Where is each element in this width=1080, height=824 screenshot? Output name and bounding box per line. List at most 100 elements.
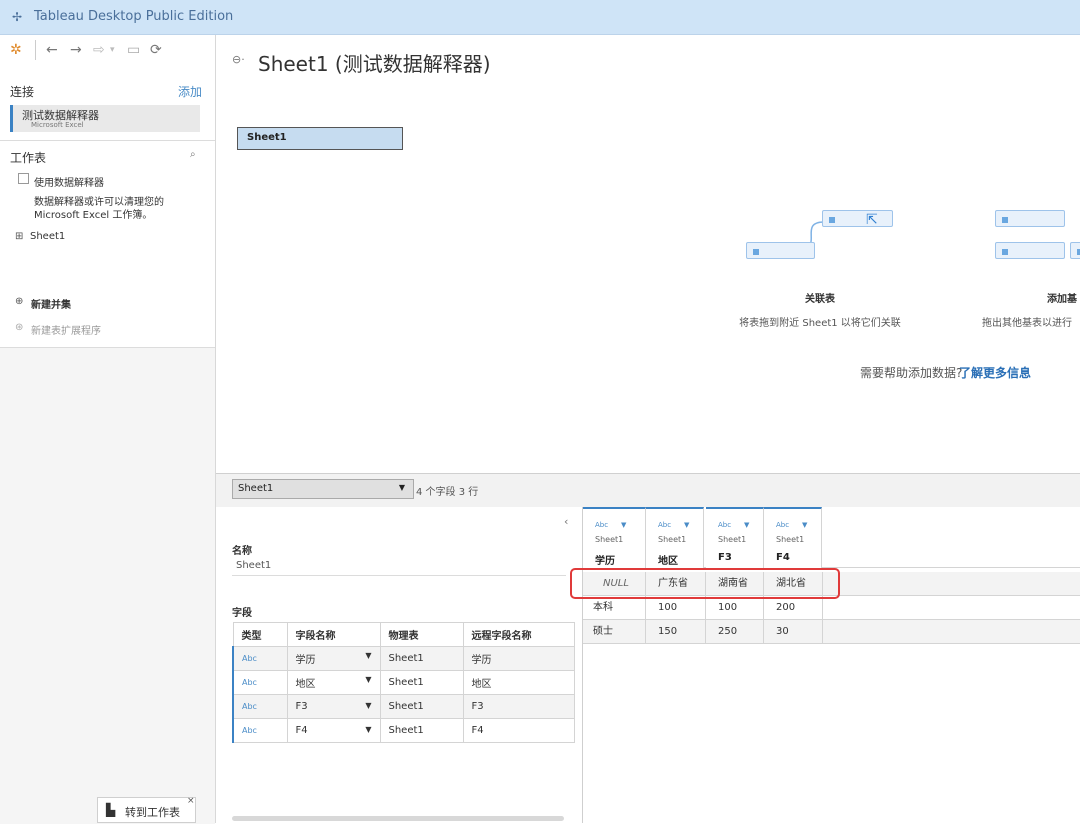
name-value[interactable]: Sheet1: [236, 560, 271, 571]
sheet-select[interactable]: Sheet1 ▼: [232, 479, 414, 499]
field-name: 学历: [295, 655, 316, 666]
grid-cell[interactable]: 30: [764, 620, 823, 644]
column-source: Sheet1: [658, 535, 687, 544]
header-remote-name[interactable]: 远程字段名称: [462, 622, 575, 647]
connection-type: Microsoft Excel: [31, 121, 84, 129]
sheet-grid-icon: ⊞: [15, 231, 24, 242]
chevron-down-icon[interactable]: ▼: [365, 651, 371, 660]
physical-table: Sheet1: [379, 718, 464, 743]
type-abc[interactable]: Abc: [232, 718, 288, 743]
field-name-cell[interactable]: F3 ▼: [286, 694, 381, 719]
grid-cell[interactable]: 100: [706, 596, 764, 620]
divider: [0, 140, 215, 141]
chevron-down-icon: ▼: [398, 483, 405, 492]
field-name: F3: [295, 701, 308, 712]
chevron-down-icon[interactable]: ▼: [802, 521, 807, 529]
column-header[interactable]: Abc ▼ Sheet1 F3: [706, 507, 764, 568]
canvas-title[interactable]: Sheet1 (测试数据解释器): [258, 48, 491, 77]
use-interpreter-checkbox[interactable]: [18, 173, 29, 184]
learn-more-link[interactable]: 了解更多信息: [959, 364, 1031, 381]
grid-cell[interactable]: 本科: [583, 596, 646, 620]
type-abc[interactable]: Abc: [232, 694, 288, 719]
grid-cell[interactable]: 250: [706, 620, 764, 644]
header-physical-table[interactable]: 物理表: [379, 622, 464, 647]
header-field-name[interactable]: 字段名称: [286, 622, 381, 647]
type-abc[interactable]: Abc: [232, 670, 288, 695]
grid-cell[interactable]: 200: [764, 596, 823, 620]
tableau-logo-icon: ✢: [12, 10, 23, 24]
divider: [232, 575, 566, 576]
column-header[interactable]: Abc ▼ Sheet1 学历: [583, 507, 646, 568]
grid-cell[interactable]: 硕士: [583, 620, 646, 644]
sheet-table-box[interactable]: Sheet1: [237, 127, 403, 150]
null-row-highlight: [570, 568, 840, 599]
bar-chart-icon: ▙: [106, 803, 116, 817]
horizontal-scrollbar[interactable]: [232, 816, 564, 821]
sheet-item-sheet1[interactable]: Sheet1: [30, 231, 65, 242]
column-header[interactable]: Abc ▼ Sheet1 F4: [764, 507, 822, 568]
new-extension-link[interactable]: 新建表扩展程序: [31, 322, 101, 337]
field-name: F4: [295, 725, 308, 736]
remote-name: 学历: [462, 646, 575, 671]
collapse-icon[interactable]: ‹: [564, 515, 568, 528]
field-row-count: 4 个字段 3 行: [416, 487, 479, 498]
relate-title: 关联表: [805, 294, 835, 305]
table-row[interactable]: Abc 学历 ▼ Sheet1 学历: [232, 646, 575, 671]
save-icon[interactable]: ▭: [127, 42, 140, 58]
chevron-down-icon[interactable]: ▼: [684, 521, 689, 529]
new-union-link[interactable]: 新建并集: [31, 296, 71, 311]
add-node-right: [1070, 242, 1080, 259]
relate-node-top: [822, 210, 893, 227]
add-title: 添加基: [1047, 294, 1077, 305]
table-row[interactable]: Abc 地区 ▼ Sheet1 地区: [232, 670, 575, 695]
back-icon[interactable]: ←: [46, 42, 58, 58]
chevron-down-icon[interactable]: ▼: [744, 521, 749, 529]
column-type[interactable]: Abc: [718, 521, 731, 529]
connection-item[interactable]: 测试数据解释器 Microsoft Excel: [10, 105, 200, 132]
refresh-icon[interactable]: ⟳: [150, 42, 162, 58]
extension-icon: ⊛: [15, 322, 24, 333]
table-row[interactable]: Abc F4 ▼ Sheet1 F4: [232, 718, 575, 743]
header-type[interactable]: 类型: [232, 622, 288, 647]
physical-table: Sheet1: [379, 670, 464, 695]
search-icon[interactable]: ⌕: [190, 149, 196, 160]
close-icon[interactable]: ×: [187, 796, 195, 806]
column-type[interactable]: Abc: [658, 521, 671, 529]
table-row[interactable]: Abc F3 ▼ Sheet1 F3: [232, 694, 575, 719]
add-connection-link[interactable]: 添加: [178, 83, 202, 100]
column-type[interactable]: Abc: [595, 521, 608, 529]
field-name-cell[interactable]: F4 ▼: [286, 718, 381, 743]
tableau-home-icon[interactable]: ✲: [10, 42, 22, 58]
redo-icon[interactable]: ⇨: [93, 42, 105, 58]
add-node-top: [995, 210, 1065, 227]
forward-icon[interactable]: →: [70, 42, 82, 58]
column-name: 学历: [595, 556, 615, 567]
chevron-down-icon[interactable]: ▼: [621, 521, 626, 529]
interpreter-desc-2: Microsoft Excel 工作簿。: [34, 210, 153, 221]
fields-label: 字段: [232, 608, 252, 619]
title-bar: ✢ Tableau Desktop Public Edition: [0, 0, 1080, 35]
connections-label: 连接: [10, 85, 35, 99]
chevron-down-icon[interactable]: ▼: [365, 725, 371, 734]
goto-sheet-label: 转到工作表: [125, 806, 180, 819]
dropdown-arrow-icon[interactable]: ▾: [110, 45, 115, 55]
grid-cell[interactable]: 150: [646, 620, 706, 644]
column-name: F4: [776, 552, 790, 563]
datasource-icon[interactable]: ⊖·: [232, 53, 245, 66]
remote-name: 地区: [462, 670, 575, 695]
goto-sheet-button[interactable]: ▙ 转到工作表 ×: [97, 796, 196, 823]
column-name: F3: [718, 552, 732, 563]
column-header[interactable]: Abc ▼ Sheet1 地区: [646, 507, 704, 568]
physical-table: Sheet1: [379, 646, 464, 671]
grid-cell[interactable]: 100: [646, 596, 706, 620]
grid-row-filler: [823, 572, 1080, 596]
field-name-cell[interactable]: 地区 ▼: [286, 670, 381, 695]
chevron-down-icon[interactable]: ▼: [365, 675, 371, 684]
remote-name: F3: [462, 694, 575, 719]
sheets-label: 工作表: [10, 151, 47, 165]
column-type[interactable]: Abc: [776, 521, 789, 529]
column-source: Sheet1: [718, 535, 747, 544]
chevron-down-icon[interactable]: ▼: [365, 701, 371, 710]
type-abc[interactable]: Abc: [232, 646, 288, 671]
field-name-cell[interactable]: 学历 ▼: [286, 646, 381, 671]
